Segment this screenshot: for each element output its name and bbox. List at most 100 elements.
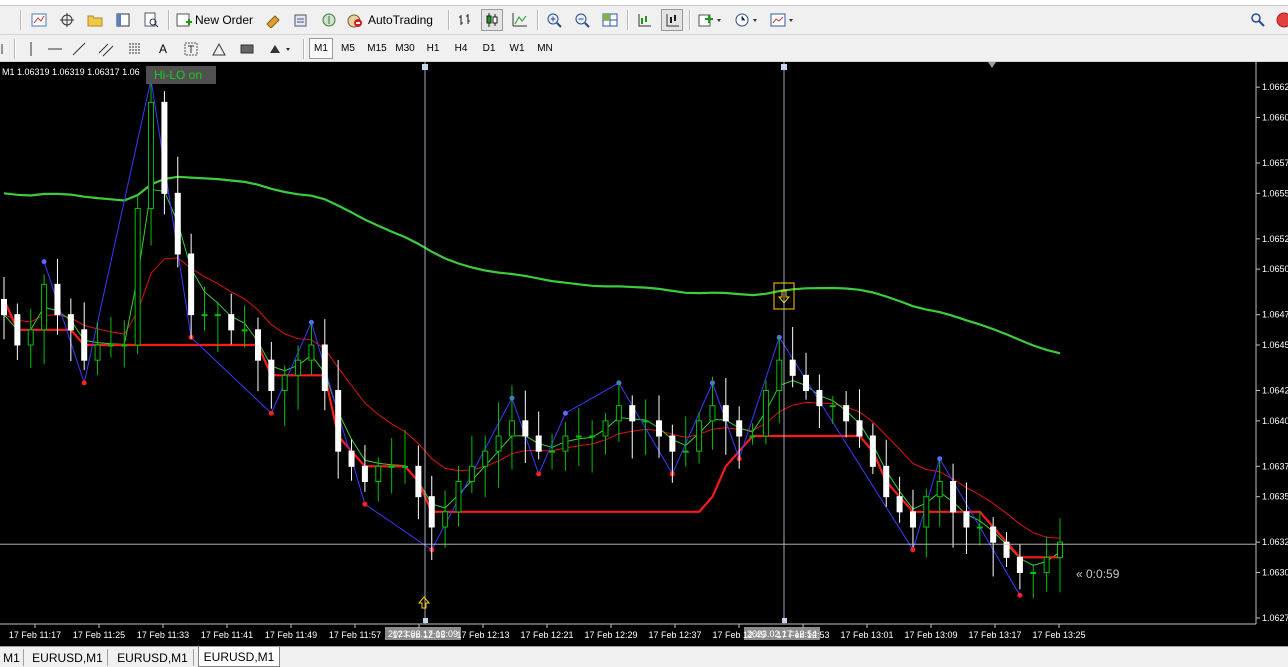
timeframe-w1-button[interactable]: W1 — [505, 38, 529, 59]
timeframe-h1-button[interactable]: H1 — [421, 38, 445, 59]
metaeditor-icon[interactable] — [262, 9, 284, 31]
navigator-icon[interactable] — [112, 9, 134, 31]
timeframe-mn-button[interactable]: MN — [533, 38, 557, 59]
chart-tab-0[interactable]: M1 — [0, 649, 24, 666]
toolbar-separator — [14, 39, 16, 59]
candle-body — [508, 420, 515, 437]
toolbar-separator — [537, 10, 539, 30]
candle-body — [415, 465, 422, 498]
indicators-icon[interactable] — [695, 9, 727, 31]
search-icon[interactable] — [1247, 9, 1269, 31]
candle-body — [602, 420, 609, 437]
text-tool-icon[interactable]: A — [152, 38, 174, 60]
autotrading-button[interactable]: AutoTrading — [346, 9, 440, 31]
candlestick-chart-icon[interactable] — [481, 9, 503, 31]
market-icon[interactable] — [290, 9, 312, 31]
candle-body — [361, 465, 368, 483]
chart-tab-1[interactable]: EURUSD,M1 — [28, 649, 108, 666]
candle-body — [14, 314, 21, 346]
new-chart-icon[interactable] — [28, 9, 50, 31]
profiles-folder-icon[interactable] — [84, 9, 106, 31]
candle-body — [67, 314, 74, 331]
candle-body — [254, 329, 261, 361]
swing-low-dot — [81, 380, 87, 386]
candle-body — [936, 481, 943, 498]
candle-body — [188, 253, 195, 316]
templates-icon[interactable] — [767, 9, 799, 31]
candle-body — [615, 405, 622, 422]
line-chart-icon[interactable] — [509, 9, 531, 31]
price-chart[interactable]: 2023.02.17 12:092023.02.17 12:541.0632 1… — [0, 62, 1288, 646]
equidistant-channel-icon[interactable] — [95, 38, 117, 60]
price-tick-label: 1.0637 — [1262, 461, 1288, 471]
strategy-tester-icon[interactable] — [140, 9, 162, 31]
candle-body — [1, 299, 7, 316]
candle-body — [94, 344, 101, 361]
cursor-icon[interactable] — [0, 38, 10, 60]
candle-body — [562, 435, 569, 452]
user-avatar-icon[interactable] — [1273, 9, 1288, 31]
candle-body — [295, 359, 302, 376]
text-label-icon[interactable] — [180, 38, 202, 60]
timeframe-m1-button[interactable]: M1 — [309, 38, 333, 59]
candle-body — [121, 344, 128, 347]
time-tick-label: 17 Feb 12:45 — [712, 630, 765, 640]
timeframe-h4-button[interactable]: H4 — [449, 38, 473, 59]
candle-body — [495, 435, 502, 452]
price-tick-label: 1.0635 — [1262, 492, 1288, 502]
crosshair-icon[interactable] — [56, 9, 78, 31]
candle-body — [629, 405, 636, 422]
candle-body — [696, 420, 703, 452]
tile-windows-icon[interactable] — [599, 9, 621, 31]
periods-icon[interactable] — [731, 9, 763, 31]
rectangle-icon[interactable] — [236, 38, 258, 60]
new-order-icon — [176, 13, 192, 27]
candle-body — [1016, 556, 1023, 574]
arrows-menu-icon[interactable] — [264, 38, 296, 60]
chart-shift-marker — [988, 62, 996, 68]
time-tick-label: 17 Feb 12:29 — [584, 630, 637, 640]
zoom-out-icon[interactable] — [571, 9, 593, 31]
candle-body — [682, 450, 689, 453]
candle-body — [161, 101, 168, 194]
price-tick-label: 1.0627 — [1262, 613, 1288, 623]
trendline-icon[interactable] — [68, 38, 90, 60]
price-tick-label: 1.0650 — [1262, 264, 1288, 274]
timeframe-m30-button[interactable]: M30 — [393, 38, 417, 59]
chart-shift-icon[interactable] — [633, 9, 655, 31]
price-tick-label: 1.0657 — [1262, 158, 1288, 168]
autotrading-icon — [347, 14, 362, 28]
candle-body — [41, 283, 48, 331]
timeframe-m15-button[interactable]: M15 — [365, 38, 389, 59]
price-tick-label: 1.0647 — [1262, 310, 1288, 320]
shapes-icon[interactable] — [208, 38, 230, 60]
timeframe-m5-button[interactable]: M5 — [336, 38, 360, 59]
candle-body — [655, 420, 662, 437]
candle-body — [963, 511, 970, 528]
new-order-button[interactable]: New Order — [176, 9, 258, 31]
chart-tab-3[interactable]: EURUSD,M1 — [198, 647, 280, 667]
price-tick-label: 1.0642 — [1262, 386, 1288, 396]
time-tick-label: 17 Feb 12:53 — [776, 630, 829, 640]
signals-icon[interactable] — [318, 9, 340, 31]
crosshair-handle — [423, 618, 428, 623]
fibonacci-icon[interactable] — [124, 38, 146, 60]
candle-body — [148, 101, 155, 209]
horizontal-line-icon[interactable] — [44, 38, 66, 60]
candle-body — [134, 208, 141, 346]
lo-band-line — [2, 299, 1060, 559]
candle-body — [776, 359, 783, 391]
price-tick-label: 1.0662 — [1262, 82, 1288, 92]
bar-chart-icon[interactable] — [454, 9, 476, 31]
timeframe-d1-button[interactable]: D1 — [477, 38, 501, 59]
candle-body — [843, 405, 850, 422]
chart-window[interactable]: 2023.02.17 12:092023.02.17 12:541.0632 1… — [0, 62, 1288, 646]
price-tick-label: 1.0640 — [1262, 416, 1288, 426]
vertical-line-icon[interactable] — [20, 38, 42, 60]
auto-scroll-icon[interactable] — [661, 9, 683, 31]
chart-tab-2[interactable]: EURUSD,M1 — [112, 649, 194, 666]
candle-body — [27, 329, 34, 346]
zoom-in-icon[interactable] — [543, 9, 565, 31]
swing-low-dot — [268, 410, 274, 416]
candle-body — [308, 344, 315, 361]
